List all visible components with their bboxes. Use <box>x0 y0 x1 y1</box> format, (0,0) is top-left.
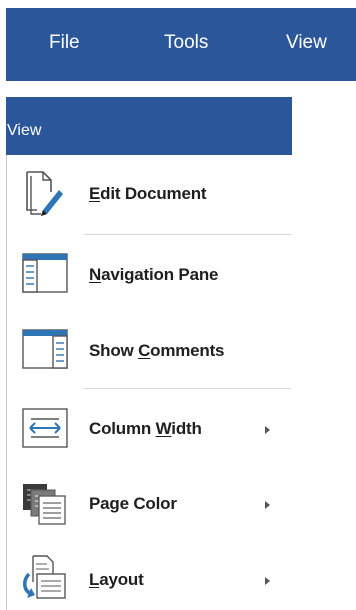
view-menu-header: View <box>6 97 292 155</box>
navigation-pane-icon <box>21 252 68 293</box>
submenu-arrow-icon <box>265 577 270 585</box>
column-width-icon <box>21 407 68 448</box>
tab-file-label: File <box>49 32 80 53</box>
menu-item-label: Edit Document <box>89 184 207 203</box>
menu-divider <box>84 234 291 235</box>
menu-bar: File Tools View <box>6 8 356 81</box>
tab-file[interactable]: File <box>49 8 80 81</box>
view-menu-title: View <box>7 122 42 139</box>
tab-tools-label: Tools <box>164 32 209 53</box>
tab-view[interactable]: View <box>286 8 327 81</box>
menu-item-show-comments[interactable]: Show Comments <box>7 320 291 380</box>
show-comments-icon <box>21 328 68 369</box>
submenu-arrow-icon <box>265 501 270 509</box>
submenu-arrow-icon <box>265 426 270 434</box>
tab-tools[interactable]: Tools <box>164 8 208 81</box>
menu-divider <box>84 388 291 389</box>
menu-item-label: Show Comments <box>89 341 225 360</box>
edit-document-icon <box>21 170 63 216</box>
menu-item-layout[interactable]: Layout <box>7 550 291 610</box>
tab-view-label: View <box>286 32 327 53</box>
menu-item-edit-document[interactable]: Edit Document <box>7 165 291 225</box>
view-menu-panel: View Edit Document Navigation Pane Show … <box>6 97 292 610</box>
menu-item-label: Layout <box>89 570 144 589</box>
layout-icon <box>21 554 66 599</box>
menu-item-navigation-pane[interactable]: Navigation Pane <box>7 244 291 304</box>
menu-item-label: Page Color <box>89 494 177 513</box>
page-color-icon <box>21 480 66 525</box>
menu-item-label: Column Width <box>89 419 202 438</box>
menu-item-column-width[interactable]: Column Width <box>7 399 291 459</box>
menu-item-page-color[interactable]: Page Color <box>7 475 291 535</box>
menu-item-label: Navigation Pane <box>89 265 219 284</box>
